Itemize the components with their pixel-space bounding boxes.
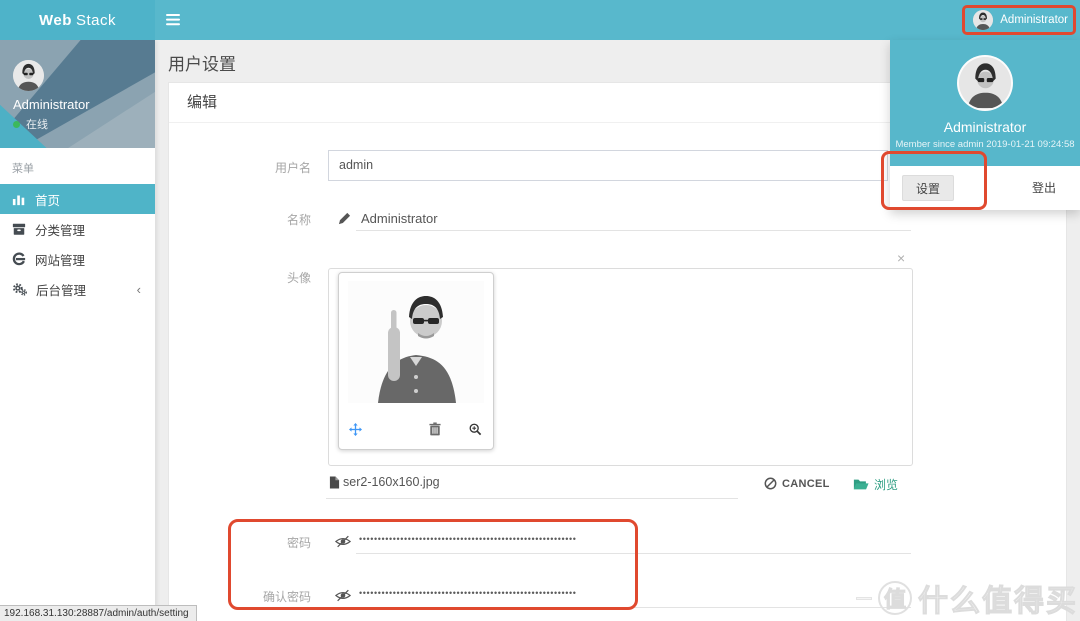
sidebar-user-avatar [13, 60, 44, 91]
avatar-image [13, 60, 44, 91]
browser-status-url: 192.168.31.130:28887/admin/auth/setting [0, 605, 197, 621]
navbar-user-menu[interactable]: Administrator [967, 0, 1074, 40]
name-label: 名称 [169, 211, 311, 228]
browse-label: 浏览 [874, 476, 898, 493]
sidebar-toggle-button[interactable] [166, 0, 206, 40]
dropdown-user-name: Administrator [890, 119, 1080, 135]
sidebar-user-name: Administrator [13, 97, 90, 112]
avatar-image [960, 57, 1011, 108]
sidebar-user-panel: Administrator 在线 [0, 40, 155, 148]
sidebar-item-admin[interactable]: 后台管理 ‹ [0, 274, 155, 304]
sidebar: Administrator 在线 菜单 首页 分类管理 [0, 40, 155, 621]
online-dot-icon [13, 121, 20, 128]
sidebar-item-websites[interactable]: 网站管理 [0, 244, 155, 274]
avatar-image [973, 10, 993, 30]
dropdown-member-since: Member since admin 2019-01-21 09:24:58 [890, 139, 1080, 150]
avatar-preview-photo [348, 281, 484, 403]
watermark-dash [856, 597, 872, 600]
sidebar-item-label: 网站管理 [35, 250, 85, 269]
move-icon[interactable] [349, 423, 362, 441]
brand-logo[interactable]: Web Stack [0, 0, 155, 40]
sidebar-item-label: 分类管理 [35, 220, 85, 239]
file-icon [329, 476, 340, 489]
user-avatar [973, 10, 993, 30]
zoom-in-icon[interactable] [469, 423, 482, 441]
file-name: ser2-160x160.jpg [343, 475, 440, 489]
selected-file: ser2-160x160.jpg [329, 475, 440, 489]
dropdown-user-avatar [957, 55, 1013, 111]
ban-icon [764, 477, 777, 490]
watermark: 值 什么值得买 [856, 576, 1078, 620]
bar-chart-icon [12, 192, 26, 206]
browse-button[interactable]: 浏览 [853, 476, 898, 493]
folder-open-icon [853, 478, 869, 491]
pencil-icon [338, 212, 351, 230]
confirm-password-input[interactable]: ••••••••••••••••••••••••••••••••••••••••… [359, 588, 577, 598]
name-input[interactable]: Administrator [361, 211, 438, 226]
chevron-left-icon: ‹ [137, 282, 141, 297]
name-underline [356, 230, 911, 231]
logout-button[interactable]: 登出 [1032, 175, 1056, 201]
cancel-button[interactable]: CANCEL [764, 477, 830, 490]
eye-slash-icon[interactable] [335, 589, 351, 607]
watermark-logo: 值 [878, 581, 912, 615]
sidebar-user-status: 在线 [13, 116, 48, 132]
dropdown-header: Administrator Member since admin 2019-01… [890, 40, 1080, 166]
page-title: 用户设置 [168, 50, 236, 75]
file-underline [326, 498, 738, 499]
app-window: Web Stack Administrator [0, 0, 1080, 621]
trash-icon[interactable] [429, 422, 441, 441]
sidebar-item-home[interactable]: 首页 [0, 184, 155, 214]
password-underline [356, 553, 911, 554]
confirm-password-underline [356, 607, 911, 608]
cancel-label: CANCEL [782, 478, 830, 490]
cogs-icon [12, 282, 27, 296]
archive-icon [12, 222, 26, 236]
confirm-password-label: 确认密码 [169, 588, 311, 605]
online-status-label: 在线 [26, 116, 48, 132]
close-icon[interactable]: × [897, 251, 905, 265]
watermark-text: 什么值得买 [918, 576, 1078, 620]
avatar-label: 头像 [169, 269, 311, 286]
brand-web: Web [39, 12, 72, 29]
avatar-preview-card[interactable] [338, 272, 494, 450]
eye-slash-icon[interactable] [335, 535, 351, 553]
username-label: 用户名 [169, 159, 311, 176]
sidebar-item-label: 后台管理 [36, 280, 86, 299]
sidebar-item-label: 首页 [35, 190, 60, 209]
username-input[interactable]: admin [328, 150, 888, 181]
dropdown-footer: 设置 登出 [890, 166, 1080, 210]
hamburger-icon [166, 14, 180, 16]
settings-button[interactable]: 设置 [902, 175, 954, 201]
password-input[interactable]: ••••••••••••••••••••••••••••••••••••••••… [359, 534, 577, 544]
user-dropdown-menu: Administrator Member since admin 2019-01… [890, 40, 1080, 210]
sidebar-item-categories[interactable]: 分类管理 [0, 214, 155, 244]
avatar-crop-panel [328, 268, 913, 466]
sidebar-menu-header: 菜单 [0, 148, 155, 184]
navbar-user-label: Administrator [1000, 14, 1068, 26]
brand-stack: Stack [76, 12, 116, 29]
password-label: 密码 [169, 534, 311, 551]
browser-e-icon [12, 252, 26, 266]
top-navbar: Web Stack Administrator [0, 0, 1080, 40]
